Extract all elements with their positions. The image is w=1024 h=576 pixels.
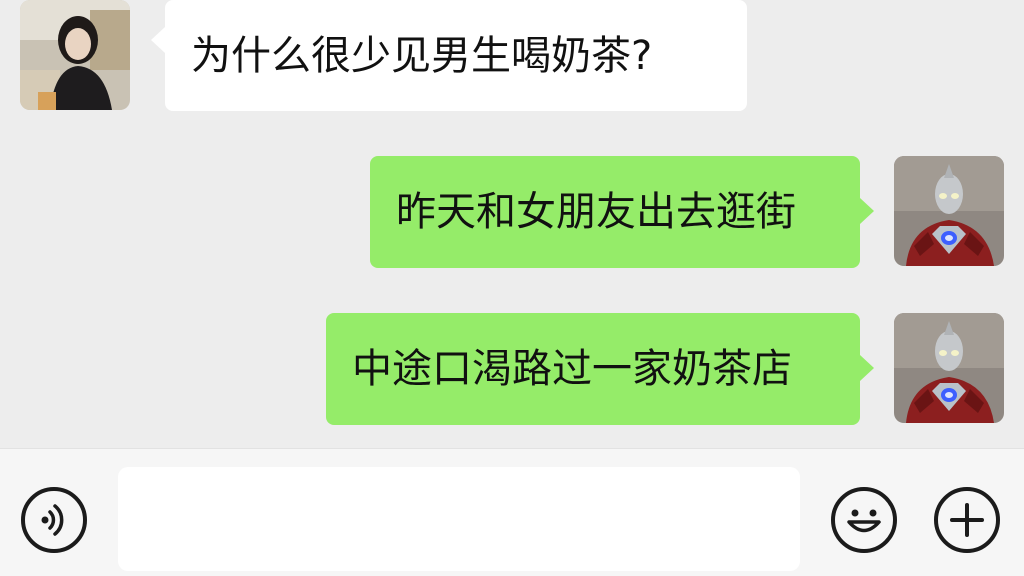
bubble-tail bbox=[860, 355, 874, 381]
emoji-button[interactable] bbox=[831, 487, 897, 553]
bubble-tail bbox=[860, 198, 874, 224]
chat-area: 为什么很少见男生喝奶茶? 昨天和女朋友出去逛街 中途口渴路过一家奶茶店 bbox=[0, 0, 1024, 448]
input-bar bbox=[0, 448, 1024, 576]
message-text: 为什么很少见男生喝奶茶? bbox=[191, 32, 653, 79]
contact-avatar[interactable] bbox=[20, 0, 130, 110]
my-avatar-image bbox=[894, 156, 1004, 266]
voice-icon bbox=[41, 504, 64, 536]
outgoing-message-bubble[interactable]: 昨天和女朋友出去逛街 bbox=[370, 156, 860, 268]
message-text: 中途口渴路过一家奶茶店 bbox=[352, 346, 792, 392]
outgoing-message-bubble[interactable]: 中途口渴路过一家奶茶店 bbox=[326, 313, 860, 425]
plus-icon bbox=[950, 503, 984, 537]
message-text: 昨天和女朋友出去逛街 bbox=[396, 189, 796, 235]
bubble-tail bbox=[151, 27, 165, 53]
my-avatar[interactable] bbox=[894, 156, 1004, 266]
voice-button[interactable] bbox=[21, 487, 87, 553]
my-avatar-image bbox=[894, 313, 1004, 423]
more-button[interactable] bbox=[934, 487, 1000, 553]
emoji-icon bbox=[847, 509, 881, 533]
contact-avatar-image bbox=[20, 0, 130, 110]
message-input[interactable] bbox=[118, 467, 800, 571]
my-avatar[interactable] bbox=[894, 313, 1004, 423]
incoming-message-bubble[interactable]: 为什么很少见男生喝奶茶? bbox=[165, 0, 747, 111]
